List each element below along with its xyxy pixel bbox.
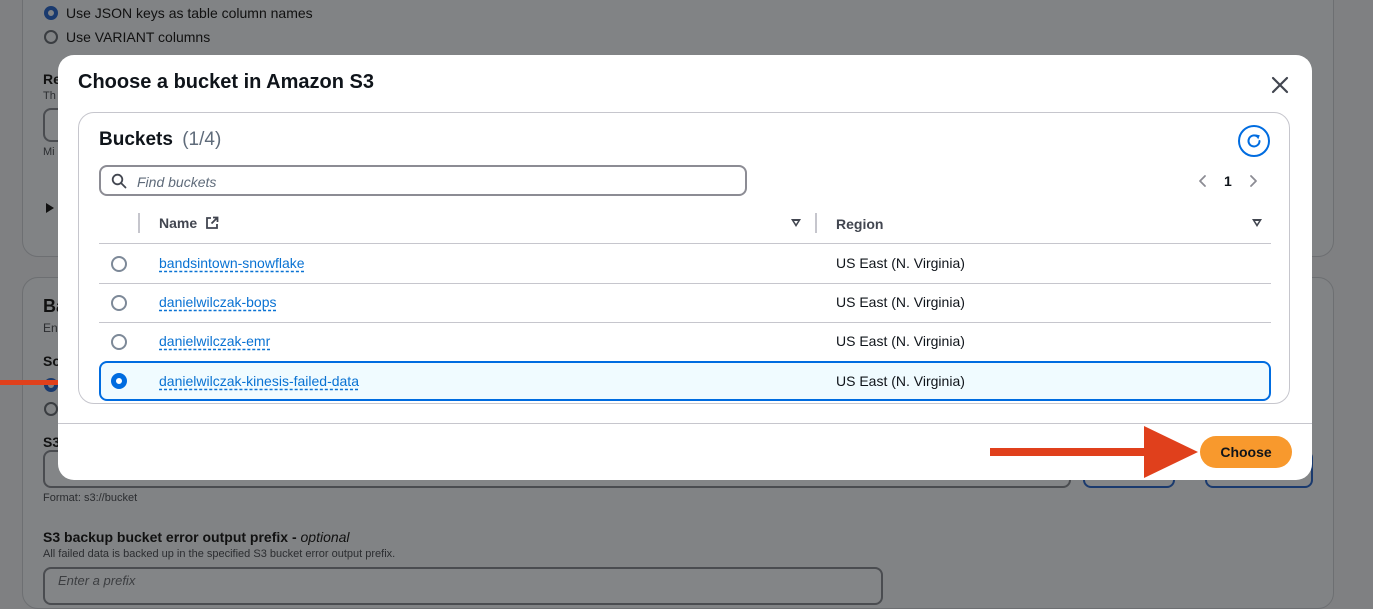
row-radio[interactable] [111, 256, 127, 272]
buckets-header-label: Buckets [99, 129, 173, 150]
search-icon [111, 173, 127, 189]
modal-title: Choose a bucket in Amazon S3 [78, 71, 374, 93]
table-row[interactable]: danielwilczak-emr US East (N. Virginia) [99, 322, 1271, 360]
column-header-name[interactable]: Name [159, 215, 219, 231]
chevron-left-icon[interactable] [1196, 174, 1210, 188]
bucket-chooser-modal: Choose a bucket in Amazon S3 Buckets (1/… [58, 55, 1312, 480]
bucket-name-link[interactable]: danielwilczak-bops [159, 294, 277, 310]
pagination: 1 [1196, 171, 1260, 191]
bg-fragment-en: En [43, 321, 58, 335]
bucket-region: US East (N. Virginia) [836, 333, 965, 349]
radio-variant-label: Use VARIANT columns [66, 29, 211, 45]
sort-icon[interactable] [791, 219, 801, 227]
row-radio[interactable] [111, 295, 127, 311]
bg-expand-icon [46, 203, 54, 213]
bg-error-prefix-placeholder: Enter a prefix [58, 573, 136, 588]
bg-radio-source-2 [44, 402, 58, 416]
table-row[interactable]: danielwilczak-bops US East (N. Virginia) [99, 283, 1271, 321]
chevron-right-icon[interactable] [1246, 174, 1260, 188]
close-icon [1271, 76, 1289, 94]
page-number[interactable]: 1 [1224, 173, 1232, 189]
choose-button[interactable]: Choose [1200, 436, 1292, 468]
bg-error-prefix-desc: All failed data is backed up in the spec… [43, 548, 396, 560]
refresh-button[interactable] [1238, 125, 1270, 157]
bg-error-prefix-input [43, 567, 883, 605]
bucket-name-link[interactable]: bandsintown-snowflake [159, 255, 305, 271]
external-link-icon [206, 216, 219, 229]
bucket-name-link[interactable]: danielwilczak-emr [159, 333, 270, 349]
radio-variant [44, 30, 58, 44]
radio-json-keys [44, 6, 58, 20]
search-input[interactable] [135, 170, 739, 194]
radio-json-keys-label: Use JSON keys as table column names [66, 5, 313, 21]
buckets-count: (1/4) [182, 129, 222, 150]
bg-fragment-th: Th [43, 90, 56, 102]
bucket-region: US East (N. Virginia) [836, 373, 965, 389]
bucket-region: US East (N. Virginia) [836, 294, 965, 310]
buckets-header: Buckets (1/4) [99, 129, 221, 151]
bg-fragment-mi: Mi [43, 146, 55, 158]
search-box [99, 165, 747, 196]
table-row-selected[interactable]: danielwilczak-kinesis-failed-data US Eas… [99, 361, 1271, 401]
buckets-panel: Buckets (1/4) 1 [78, 112, 1290, 404]
bucket-name-link[interactable]: danielwilczak-kinesis-failed-data [159, 373, 359, 389]
bucket-region: US East (N. Virginia) [836, 255, 965, 271]
sort-icon[interactable] [1252, 219, 1262, 227]
bg-format-hint: Format: s3://bucket [43, 492, 138, 504]
column-header-region[interactable]: Region [836, 216, 883, 232]
column-header-name-label: Name [159, 215, 198, 231]
footer-divider [58, 423, 1312, 424]
column-divider [815, 213, 817, 233]
row-radio[interactable] [111, 334, 127, 350]
column-divider [138, 213, 140, 233]
row-radio-selected[interactable] [111, 373, 127, 389]
annotation-arrow-right [990, 426, 1198, 478]
table-row[interactable]: bandsintown-snowflake US East (N. Virgin… [99, 244, 1271, 282]
close-button[interactable] [1266, 71, 1294, 99]
bg-error-prefix-label: S3 backup bucket error output prefix - o… [43, 529, 350, 545]
refresh-icon [1247, 134, 1261, 148]
